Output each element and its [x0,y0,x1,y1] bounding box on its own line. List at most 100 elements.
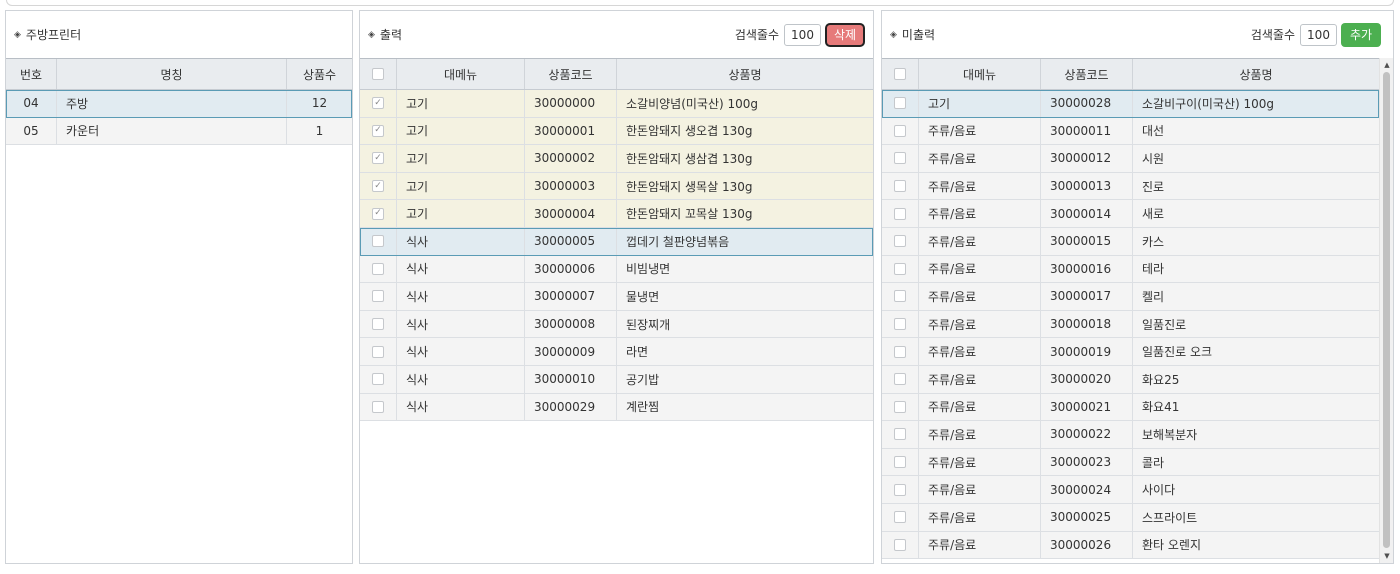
row-checkbox-cell[interactable] [882,172,919,200]
row-checkbox[interactable] [372,235,384,248]
table-row[interactable]: 주류/음료 30000016 테라 [882,255,1379,284]
row-checkbox-cell[interactable] [882,117,919,145]
table-row[interactable]: 04 주방 12 [6,90,352,118]
column-header-product-name[interactable]: 상품명 [1133,59,1379,89]
row-checkbox-cell[interactable] [360,393,397,421]
table-row[interactable]: 식사 30000029 계란찜 [360,393,873,422]
table-row[interactable]: ✓ 고기 30000000 소갈비양념(미국산) 100g [360,90,873,118]
row-checkbox-cell[interactable] [882,283,919,310]
table-row[interactable]: ✓ 고기 30000003 한돈암돼지 생목살 130g [360,172,873,201]
row-checkbox-cell[interactable] [360,283,397,310]
row-checkbox[interactable] [894,511,906,524]
row-checkbox[interactable] [894,124,906,137]
row-checkbox[interactable] [894,97,906,110]
row-checkbox-cell[interactable] [882,338,919,365]
search-rows-input[interactable] [1300,23,1337,46]
table-row[interactable]: 주류/음료 30000012 시원 [882,145,1379,173]
row-checkbox-cell[interactable]: ✓ [360,200,397,227]
column-header-number[interactable]: 번호 [6,59,57,89]
row-checkbox-cell[interactable] [882,90,919,117]
row-checkbox[interactable] [894,345,906,358]
table-row[interactable]: ✓ 고기 30000002 한돈암돼지 생삼겹 130g [360,145,873,173]
table-row[interactable]: 주류/음료 30000026 환타 오렌지 [882,531,1379,560]
row-checkbox[interactable] [894,538,906,551]
row-checkbox[interactable]: ✓ [372,152,384,165]
row-checkbox-cell[interactable] [360,255,397,283]
table-row[interactable]: 주류/음료 30000025 스프라이트 [882,503,1379,532]
row-checkbox[interactable] [894,290,906,303]
row-checkbox[interactable]: ✓ [372,124,384,137]
row-checkbox[interactable] [894,180,906,193]
table-row[interactable]: 주류/음료 30000023 콜라 [882,448,1379,477]
row-checkbox-cell[interactable]: ✓ [360,117,397,145]
row-checkbox-cell[interactable] [882,255,919,283]
select-all-cell[interactable] [882,59,919,89]
scroll-down-arrow-icon[interactable]: ▼ [1380,550,1393,562]
table-row[interactable]: 주류/음료 30000018 일품진로 [882,310,1379,339]
row-checkbox[interactable] [894,152,906,165]
row-checkbox-cell[interactable] [360,365,397,393]
row-checkbox-cell[interactable] [882,476,919,503]
select-all-checkbox[interactable] [894,68,906,80]
table-row[interactable]: 고기 30000028 소갈비구이(미국산) 100g [882,90,1379,118]
row-checkbox-cell[interactable]: ✓ [360,90,397,117]
row-checkbox[interactable] [372,262,384,275]
row-checkbox-cell[interactable] [360,338,397,365]
row-checkbox-cell[interactable] [882,531,919,559]
row-checkbox[interactable] [894,373,906,386]
row-checkbox[interactable]: ✓ [372,97,384,110]
table-row[interactable]: 주류/음료 30000017 켈리 [882,283,1379,311]
column-header-category[interactable]: 대메뉴 [397,59,525,89]
row-checkbox[interactable] [372,345,384,358]
table-row[interactable]: 식사 30000008 된장찌개 [360,310,873,339]
column-header-category[interactable]: 대메뉴 [919,59,1041,89]
row-checkbox[interactable] [372,373,384,386]
row-checkbox-cell[interactable] [882,145,919,172]
table-row[interactable]: 식사 30000010 공기밥 [360,365,873,394]
row-checkbox-cell[interactable] [882,448,919,476]
row-checkbox[interactable] [372,318,384,331]
scroll-up-arrow-icon[interactable]: ▲ [1380,59,1393,71]
column-header-count[interactable]: 상품수 [287,59,352,89]
table-row[interactable]: 식사 30000007 물냉면 [360,283,873,311]
row-checkbox-cell[interactable] [882,227,919,255]
column-header-name[interactable]: 명칭 [57,59,287,89]
row-checkbox[interactable] [372,400,384,413]
row-checkbox[interactable] [894,400,906,413]
table-row[interactable]: 주류/음료 30000019 일품진로 오크 [882,338,1379,366]
table-row[interactable]: ✓ 고기 30000004 한돈암돼지 꼬목살 130g [360,200,873,228]
row-checkbox-cell[interactable] [882,310,919,338]
table-row[interactable]: 식사 30000009 라면 [360,338,873,366]
row-checkbox-cell[interactable] [360,227,397,255]
row-checkbox[interactable] [894,428,906,441]
add-button[interactable]: 추가 [1341,22,1381,47]
table-row[interactable]: 05 카운터 1 [6,117,352,146]
table-row[interactable]: 주류/음료 30000021 화요41 [882,393,1379,422]
row-checkbox-cell[interactable] [882,503,919,531]
row-checkbox[interactable]: ✓ [372,180,384,193]
row-checkbox-cell[interactable]: ✓ [360,145,397,172]
column-header-code[interactable]: 상품코드 [525,59,617,89]
delete-button[interactable]: 삭제 [825,22,865,47]
column-header-product-name[interactable]: 상품명 [617,59,873,89]
search-rows-input[interactable] [784,23,821,46]
row-checkbox[interactable] [894,483,906,496]
table-row[interactable]: 주류/음료 30000020 화요25 [882,365,1379,394]
row-checkbox[interactable] [894,207,906,220]
table-row[interactable]: 식사 30000006 비빔냉면 [360,255,873,284]
table-row[interactable]: 주류/음료 30000024 사이다 [882,476,1379,504]
select-all-cell[interactable] [360,59,397,89]
row-checkbox-cell[interactable] [882,421,919,448]
row-checkbox-cell[interactable] [360,310,397,338]
table-row[interactable]: 식사 30000005 껍데기 철판양념볶음 [360,227,873,256]
row-checkbox-cell[interactable] [882,365,919,393]
row-checkbox-cell[interactable] [882,200,919,227]
row-checkbox[interactable] [894,456,906,469]
row-checkbox[interactable] [894,262,906,275]
table-row[interactable]: 주류/음료 30000014 새로 [882,200,1379,228]
row-checkbox[interactable]: ✓ [372,207,384,220]
table-row[interactable]: 주류/음료 30000013 진로 [882,172,1379,201]
select-all-checkbox[interactable] [372,68,384,80]
row-checkbox-cell[interactable] [882,393,919,421]
vertical-scrollbar[interactable]: ▲ ▼ [1379,58,1393,563]
